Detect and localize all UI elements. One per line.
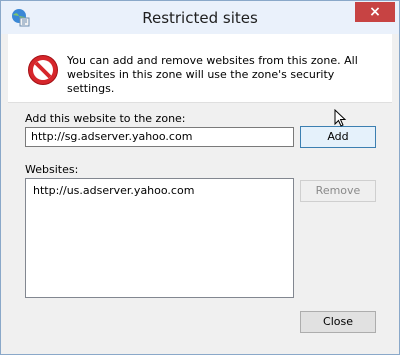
close-button[interactable]: Close [300, 311, 376, 333]
info-message: You can add and remove websites from thi… [67, 54, 358, 95]
list-item[interactable]: http://us.adserver.yahoo.com [33, 184, 194, 197]
title-bar[interactable]: Restricted sites × [1, 1, 399, 34]
window-title: Restricted sites [142, 9, 258, 27]
restricted-no-entry-icon [28, 55, 58, 85]
remove-button[interactable]: Remove [300, 180, 376, 202]
websites-list[interactable]: http://us.adserver.yahoo.com [25, 178, 294, 298]
mouse-pointer-icon [334, 109, 347, 127]
close-window-button[interactable]: × [355, 2, 395, 22]
dialog-client-area: You can add and remove websites from thi… [8, 34, 392, 346]
info-panel: You can add and remove websites from thi… [8, 34, 392, 103]
restricted-sites-dialog: Restricted sites × You can add and remov… [0, 0, 400, 355]
add-button[interactable]: Add [300, 126, 376, 148]
add-website-input[interactable] [25, 127, 294, 147]
websites-label: Websites: [25, 163, 79, 176]
add-website-label: Add this website to the zone: [25, 112, 186, 125]
